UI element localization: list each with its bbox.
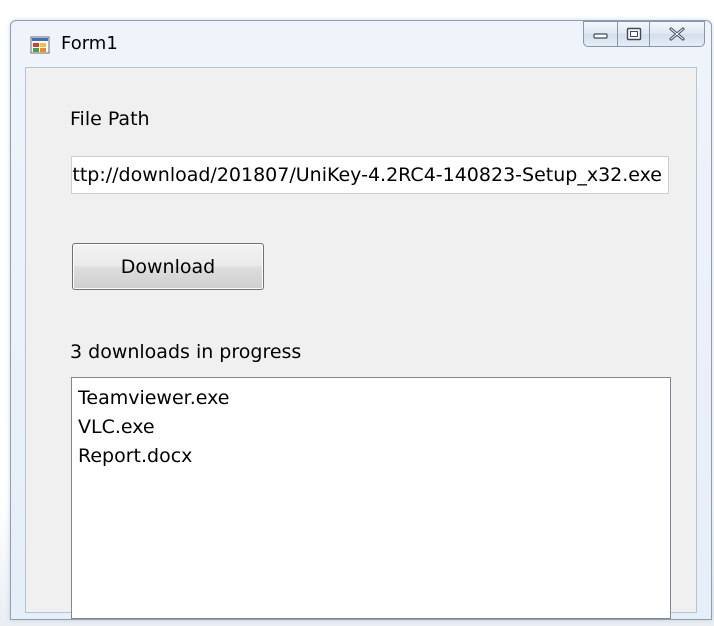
file-path-label: File Path [70,108,150,130]
close-button[interactable] [649,21,705,47]
maximize-icon [626,27,642,41]
download-button[interactable]: Download [72,243,264,290]
downloads-listbox[interactable]: Teamviewer.exe VLC.exe Report.docx [71,377,671,619]
list-item[interactable]: VLC.exe [78,413,664,442]
form-app-icon [30,35,50,55]
form-client-area: File Path http://download/201807/UniKey-… [25,67,697,619]
title-bar[interactable]: Form1 [11,21,711,67]
downloads-status-label: 3 downloads in progress [70,341,302,363]
list-item[interactable]: Teamviewer.exe [78,384,664,413]
close-icon [667,27,687,41]
minimize-button[interactable] [583,21,617,47]
file-path-value: http://download/201807/UniKey-4.2RC4-140… [71,164,662,186]
minimize-icon [592,29,609,39]
maximize-button[interactable] [617,21,649,47]
form1-window: Form1 File Path http://download/201807/U… [10,20,712,620]
window-title: Form1 [61,33,118,54]
list-item[interactable]: Report.docx [78,442,664,471]
desktop-background: Form1 File Path http://download/201807/U… [0,0,714,626]
caption-buttons [583,21,705,49]
file-path-input[interactable]: http://download/201807/UniKey-4.2RC4-140… [71,156,669,194]
